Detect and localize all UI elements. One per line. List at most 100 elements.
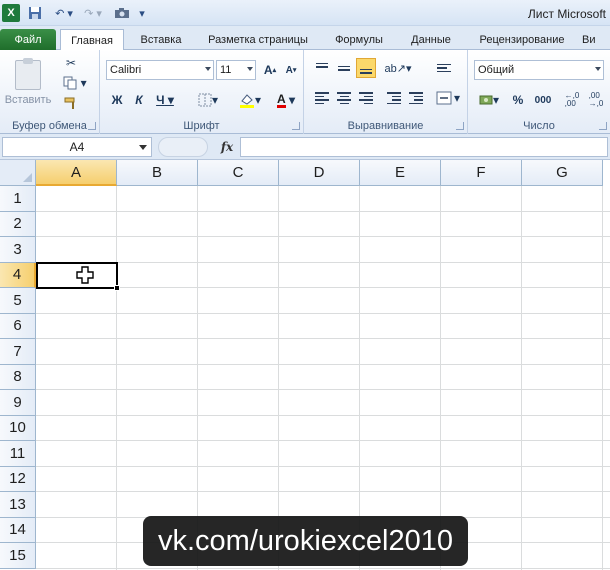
tab-insert[interactable]: Вставка <box>130 29 192 50</box>
align-center-icon[interactable] <box>334 88 354 108</box>
tab-review[interactable]: Рецензирование <box>468 29 576 50</box>
font-name-value: Calibri <box>110 64 142 76</box>
format-painter-icon[interactable] <box>60 94 82 112</box>
row-header-2[interactable]: 2 <box>0 211 36 237</box>
customize-qat-icon[interactable]: ▾ <box>136 4 148 22</box>
column-header-E[interactable]: E <box>360 160 441 186</box>
italic-button[interactable]: К <box>130 90 148 110</box>
grid-hline <box>36 440 610 441</box>
grid-vline <box>440 186 441 570</box>
row-header-4[interactable]: 4 <box>0 262 36 288</box>
grid-vline <box>278 186 279 570</box>
grid-hline <box>36 567 610 569</box>
row-header-12[interactable]: 12 <box>0 466 36 492</box>
formula-bar: A4 fx <box>0 134 610 160</box>
excel-app-icon[interactable]: X <box>2 4 20 22</box>
clipboard-group-label: Буфер обмена <box>12 120 87 132</box>
formula-bar-resize-handle[interactable] <box>158 137 208 157</box>
tab-home[interactable]: Главная <box>60 29 124 51</box>
number-launcher-icon[interactable] <box>599 122 607 130</box>
grow-font-icon[interactable]: A ▴ <box>260 60 280 80</box>
row-header-6[interactable]: 6 <box>0 313 36 339</box>
grid-hline <box>36 338 610 339</box>
copy-icon[interactable]: ▾ <box>60 74 90 92</box>
borders-icon[interactable]: ▾ <box>196 90 220 110</box>
grid-hline <box>36 210 610 212</box>
orientation-icon[interactable]: ab↗▾ <box>384 58 412 78</box>
currency-icon[interactable]: ▾ <box>476 90 502 110</box>
watermark-text: vk.com/urokiexcel2010 <box>143 516 468 566</box>
decrease-indent-icon[interactable] <box>384 88 404 108</box>
alignment-launcher-icon[interactable] <box>456 122 464 130</box>
tab-page-layout[interactable]: Разметка страницы <box>198 29 318 50</box>
number-group-label: Число <box>523 120 555 132</box>
grid-hline <box>36 363 610 365</box>
fill-handle[interactable] <box>114 285 120 291</box>
increase-indent-icon[interactable] <box>406 88 426 108</box>
row-header-8[interactable]: 8 <box>0 364 36 390</box>
number-format-value: Общий <box>478 64 515 76</box>
redo-icon[interactable]: ↷ ▾ <box>80 4 106 22</box>
select-all-button[interactable] <box>0 160 36 186</box>
font-name-select[interactable]: Calibri <box>106 60 214 80</box>
grid-vline <box>197 186 198 570</box>
shrink-font-icon[interactable]: A ▾ <box>282 60 300 80</box>
align-top-icon[interactable] <box>312 58 332 78</box>
paste-button[interactable]: Вставить <box>4 54 52 112</box>
align-left-icon[interactable] <box>312 88 332 108</box>
merge-center-icon[interactable]: ▾ <box>434 88 462 108</box>
grid-hline <box>36 389 610 390</box>
row-header-3[interactable]: 3 <box>0 237 36 263</box>
tab-view[interactable]: Ви <box>582 29 610 50</box>
wrap-text-icon[interactable] <box>434 58 454 78</box>
row-header-13[interactable]: 13 <box>0 492 36 518</box>
column-header-F[interactable]: F <box>441 160 522 186</box>
grid-hline <box>36 491 610 492</box>
row-header-7[interactable]: 7 <box>0 339 36 365</box>
column-header-A[interactable]: A <box>36 160 117 186</box>
save-icon[interactable] <box>26 4 44 22</box>
decrease-decimal-icon[interactable]: ,00 →,0 <box>586 90 606 110</box>
align-middle-icon[interactable] <box>334 58 354 78</box>
name-box-value: A4 <box>69 140 85 154</box>
clipboard-launcher-icon[interactable] <box>88 122 96 130</box>
font-color-icon[interactable]: A ▾ <box>272 90 300 110</box>
row-header-11[interactable]: 11 <box>0 441 36 467</box>
column-header-G[interactable]: G <box>522 160 603 186</box>
column-header-D[interactable]: D <box>279 160 360 186</box>
tab-data[interactable]: Данные <box>400 29 462 50</box>
paste-label: Вставить <box>4 94 52 106</box>
percent-button[interactable]: % <box>510 90 526 110</box>
column-header-C[interactable]: C <box>198 160 279 186</box>
title-bar: X ↶ ▾ ↷ ▾ ▾ Лист Microsoft <box>0 0 610 26</box>
cut-icon[interactable]: ✂ <box>60 54 82 72</box>
font-size-value: 11 <box>220 64 232 76</box>
thousands-separator-button[interactable]: 000 <box>532 90 554 110</box>
tab-formulas[interactable]: Формулы <box>324 29 394 50</box>
name-box-dropdown-icon[interactable] <box>139 145 147 150</box>
underline-button[interactable]: Ч ▾ <box>152 90 178 110</box>
ribbon: Буфер обмена Шрифт Выравнивание Число Вс… <box>0 50 610 134</box>
row-header-15[interactable]: 15 <box>0 543 36 569</box>
font-size-select[interactable]: 11 <box>216 60 256 80</box>
row-header-5[interactable]: 5 <box>0 288 36 314</box>
number-format-select[interactable]: Общий <box>474 60 604 80</box>
font-launcher-icon[interactable] <box>292 122 300 130</box>
align-bottom-icon[interactable] <box>356 58 376 78</box>
increase-decimal-icon[interactable]: ←,0,00 <box>562 90 582 110</box>
insert-function-button[interactable]: fx <box>216 137 238 157</box>
bold-button[interactable]: Ж <box>108 90 126 110</box>
camera-icon[interactable] <box>110 4 134 22</box>
formula-input[interactable] <box>240 137 608 157</box>
worksheet-grid[interactable]: A B C D E F G 1 2 3 4 5 6 7 8 9 10 11 12 13 14 15 <box>0 160 610 570</box>
column-header-B[interactable]: B <box>117 160 198 186</box>
undo-icon[interactable]: ↶ ▾ <box>50 4 78 22</box>
row-header-10[interactable]: 10 <box>0 415 36 441</box>
tab-file[interactable]: Файл <box>0 29 56 50</box>
row-header-14[interactable]: 14 <box>0 517 36 543</box>
align-right-icon[interactable] <box>356 88 376 108</box>
row-header-9[interactable]: 9 <box>0 390 36 416</box>
name-box[interactable]: A4 <box>2 137 152 157</box>
row-header-1[interactable]: 1 <box>0 186 36 212</box>
fill-color-icon[interactable]: ▾ <box>236 90 264 110</box>
